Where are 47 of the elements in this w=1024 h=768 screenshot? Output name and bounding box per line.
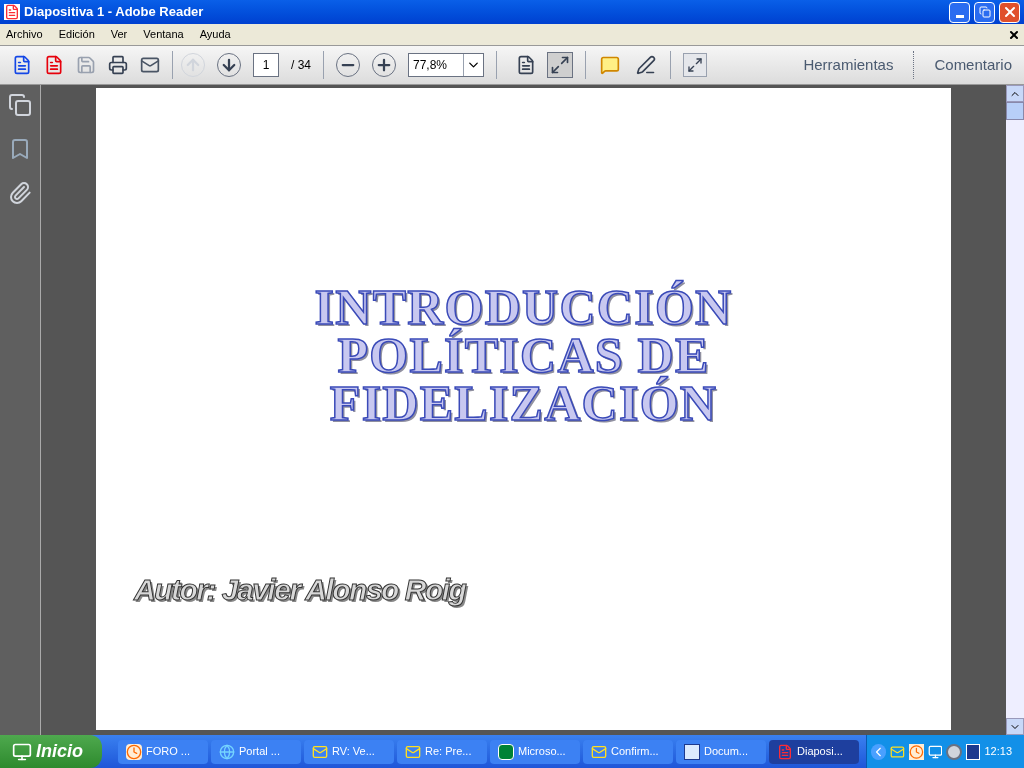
restore-button[interactable]	[974, 1, 995, 23]
taskbar-button[interactable]: Portal ...	[211, 739, 301, 764]
fit-page-button[interactable]	[547, 52, 573, 78]
taskbar-button[interactable]: Microso...	[490, 739, 580, 764]
minimize-icon	[955, 14, 964, 18]
taskbar-button[interactable]: Docum...	[676, 739, 766, 764]
minimize-button[interactable]	[949, 1, 970, 23]
taskbar-button[interactable]: Confirm...	[583, 739, 673, 764]
expand-arrows-icon	[687, 57, 703, 73]
envelope-icon	[591, 743, 607, 760]
start-button[interactable]: Inicio	[0, 735, 102, 768]
taskbar-button[interactable]: RV: Ve...	[304, 739, 394, 764]
panel-tab[interactable]: Comentario	[930, 53, 1016, 77]
restore-icon	[978, 6, 991, 18]
expand-arrows-icon	[550, 55, 570, 75]
scrollbar-thumb[interactable]	[1006, 102, 1024, 120]
slide-author: Autor: Javier Alonso Roig	[134, 573, 466, 606]
taskbar-button[interactable]: FORO ...	[118, 739, 208, 764]
panel-tab[interactable]: Herramientas	[799, 53, 898, 77]
globe-icon	[219, 743, 235, 760]
pdf-icon	[4, 4, 20, 20]
menu-item[interactable]: Edición	[56, 26, 97, 43]
menu-item[interactable]: Ver	[108, 26, 130, 43]
clock-time: 12:13	[984, 744, 1013, 760]
expand-button[interactable]	[683, 53, 707, 77]
text-edit-icon[interactable]	[634, 53, 658, 77]
window-title: Diapositiva 1 - Adobe Reader	[24, 3, 204, 22]
menu-item[interactable]: Archivo	[4, 26, 45, 43]
close-button[interactable]	[999, 1, 1020, 23]
envelope-icon	[312, 743, 328, 760]
taskbar-button[interactable]: Re: Pre...	[397, 739, 487, 764]
page-icon	[516, 55, 536, 75]
clock-icon	[126, 743, 142, 760]
clock-icon[interactable]	[908, 743, 924, 760]
page-number-field[interactable]: 1	[253, 53, 279, 77]
menu-item[interactable]: Ventana	[141, 26, 186, 43]
scroll-up-button[interactable]	[1006, 85, 1024, 102]
paperclip-icon[interactable]	[8, 181, 32, 205]
envelope-icon	[405, 743, 421, 760]
scroll-down-button[interactable]	[1006, 718, 1024, 735]
chevron-left-icon[interactable]	[871, 743, 886, 760]
close-icon[interactable]	[1008, 28, 1020, 41]
pages-icon[interactable]	[8, 93, 32, 117]
taskbar-button[interactable]: Diaposi...	[769, 739, 859, 764]
zoom-field[interactable]: 77,8%	[408, 53, 484, 77]
menu-item[interactable]: Ayuda	[197, 26, 233, 43]
page-total: / 34	[291, 57, 311, 74]
